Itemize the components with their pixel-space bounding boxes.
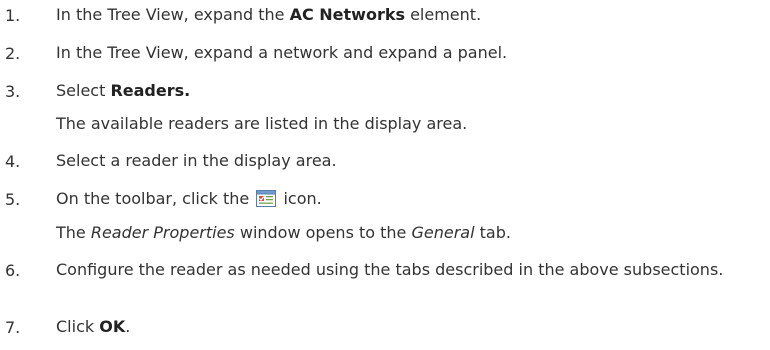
step-5-note-italic-2: General bbox=[411, 223, 475, 242]
step-1-bold: AC Networks bbox=[289, 5, 405, 24]
step-1-text-pre: In the Tree View, expand the bbox=[56, 5, 290, 24]
step-5-number: 5. bbox=[5, 190, 21, 209]
step-7-text: Click OK. bbox=[56, 318, 130, 336]
step-5-note-mid: window opens to the bbox=[234, 223, 412, 242]
step-4-text: Select a reader in the display area. bbox=[56, 151, 337, 170]
step-2-number: 2. bbox=[5, 44, 21, 63]
step-5-text: On the toolbar, click the icon. bbox=[56, 190, 322, 208]
step-5-note-pre: The bbox=[56, 223, 91, 242]
step-6-number: 6. bbox=[5, 261, 21, 280]
step-1-text-post: element. bbox=[405, 5, 482, 24]
step-3-text: Select Readers. bbox=[56, 82, 190, 100]
step-3-text-pre: Select bbox=[56, 81, 111, 100]
step-5-note-italic-1: Reader Properties bbox=[90, 223, 235, 242]
reader-properties-icon bbox=[256, 190, 277, 207]
step-5-note-post: tab. bbox=[474, 223, 511, 242]
step-1-number: 1. bbox=[5, 6, 21, 25]
step-7-text-post: . bbox=[125, 317, 131, 336]
step-2-text: In the Tree View, expand a network and e… bbox=[56, 43, 508, 62]
step-6-text: Configure the reader as needed using the… bbox=[56, 260, 724, 279]
step-7-bold: OK bbox=[99, 317, 126, 336]
step-5-text-post: icon. bbox=[278, 189, 322, 208]
step-3-bold: Readers. bbox=[110, 81, 191, 100]
step-5-note: The Reader Properties window opens to th… bbox=[56, 224, 511, 242]
step-1-text: In the Tree View, expand the AC Networks… bbox=[56, 6, 481, 24]
step-4-number: 4. bbox=[5, 152, 21, 171]
step-3-number: 3. bbox=[5, 82, 21, 101]
step-5-text-pre: On the toolbar, click the bbox=[56, 189, 255, 208]
step-7-number: 7. bbox=[5, 318, 21, 337]
step-3-note: The available readers are listed in the … bbox=[56, 114, 468, 133]
step-7-text-pre: Click bbox=[56, 317, 100, 336]
